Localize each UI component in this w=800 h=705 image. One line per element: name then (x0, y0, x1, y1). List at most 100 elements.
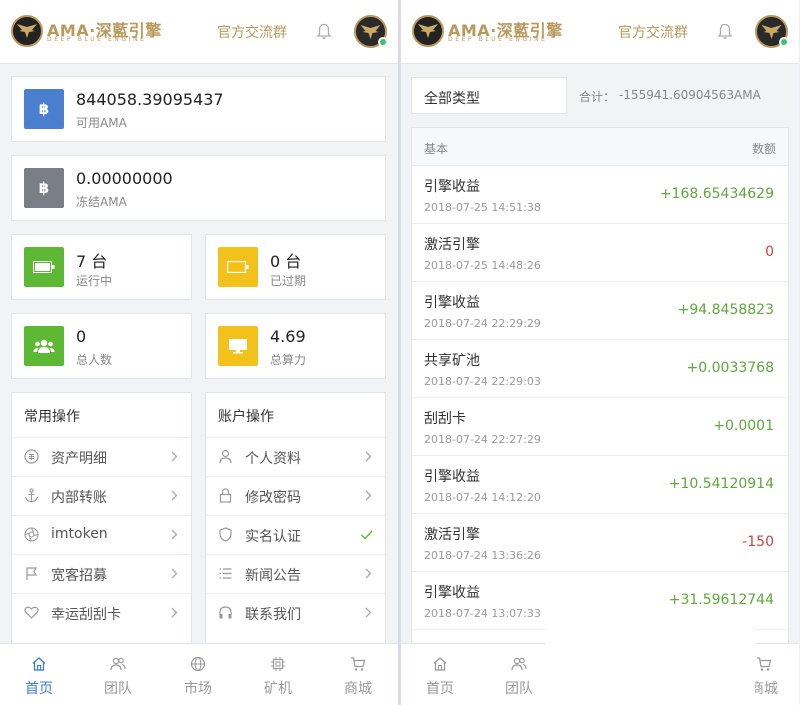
chevron-right-icon (365, 568, 372, 579)
menu-item-change-password[interactable]: 修改密码 (206, 476, 385, 515)
menu-item-imtoken[interactable]: imtoken (12, 515, 191, 554)
chevron-right-icon (171, 529, 178, 540)
menu-item-label: 新闻公告 (245, 568, 301, 584)
chip-icon (271, 657, 285, 671)
record-amount: +0.0033768 (686, 360, 774, 376)
online-status-dot (779, 37, 789, 47)
stat-value: 0 (76, 327, 87, 346)
record-row[interactable]: 激活引擎 2018-07-24 13:36:26 -150 (412, 514, 788, 572)
type-filter-select[interactable]: 全部类型 (411, 77, 567, 114)
record-time: 2018-07-25 14:51:38 (424, 201, 541, 214)
menu-item-label: 修改密码 (245, 490, 301, 506)
menu-item-lucky-scratch[interactable]: 幸运刮刮卡 (12, 593, 191, 632)
menu-item-label: 宽客招募 (51, 568, 107, 584)
bitcoin-icon: ฿ (24, 168, 64, 208)
balance-label: 可用AMA (76, 116, 127, 130)
nav-label: 市场 (184, 681, 212, 697)
record-row[interactable]: 引擎收益 2018-07-24 14:12:20 +10.54120914 (412, 456, 788, 514)
team-icon (511, 657, 527, 671)
available-balance-card[interactable]: ฿ 844058.39095437 可用AMA (11, 76, 386, 142)
home-screen: AMA·深藍引擎 DEEP BLUE ENGINE 官方交流群 ฿ 844058… (0, 0, 398, 705)
official-group-link[interactable]: 官方交流群 (217, 22, 287, 42)
record-amount: 0 (765, 244, 774, 260)
record-title: 引擎收益 (424, 179, 480, 195)
record-row[interactable]: 引擎收益 2018-07-24 22:29:29 +94.8458823 (412, 282, 788, 340)
record-amount: +0.0001 (713, 418, 774, 434)
menu-item-label: 幸运刮刮卡 (51, 607, 121, 623)
online-status-dot (378, 37, 388, 47)
stat-card-expired[interactable]: 0 台 已过期 (205, 234, 386, 300)
record-row[interactable]: 共享矿池 2018-07-24 22:29:03 +0.0033768 (412, 340, 788, 398)
frozen-balance-card[interactable]: ฿ 0.00000000 冻结AMA (11, 155, 386, 221)
record-time: 2018-07-24 22:29:03 (424, 375, 541, 388)
total-label: 合计： (579, 90, 616, 104)
bell-icon[interactable] (316, 23, 332, 40)
asset-details-icon (24, 449, 39, 464)
home-icon (433, 657, 447, 671)
record-row[interactable]: 刮刮卡 2018-07-24 22:27:29 +0.0001 (412, 398, 788, 456)
record-time: 2018-07-25 14:48:26 (424, 259, 541, 272)
stat-card-hashrate[interactable]: 4.69 总算力 (205, 313, 386, 379)
bottom-nav: 首页 团队 市场 矿机 商城 (0, 643, 398, 705)
lock-icon (219, 488, 232, 503)
menu-item-label: 实名认证 (245, 529, 301, 545)
record-time: 2018-07-24 14:12:20 (424, 491, 541, 504)
official-group-link[interactable]: 官方交流群 (618, 22, 688, 42)
nav-mall[interactable]: 商城 (328, 644, 388, 705)
stat-card-members[interactable]: 0 总人数 (11, 313, 192, 379)
nav-team[interactable]: 团队 (489, 644, 549, 705)
check-icon (361, 530, 373, 540)
record-row[interactable]: 激活引擎 2018-07-25 14:48:26 0 (412, 224, 788, 282)
balance-value: 0.00000000 (76, 169, 173, 188)
battery-empty-icon (218, 247, 258, 287)
nav-label: 矿机 (264, 681, 292, 697)
nav-home[interactable]: 首页 (9, 644, 69, 705)
nav-market[interactable]: 市场 (168, 644, 228, 705)
record-title: 引擎收益 (424, 585, 480, 601)
record-amount: -150 (742, 534, 774, 550)
app-header: AMA·深藍引擎 DEEP BLUE ENGINE 官方交流群 (0, 0, 398, 64)
nav-label: 商城 (344, 681, 372, 697)
headphones-icon (219, 606, 232, 619)
app-header: AMA·深藍引擎 DEEP BLUE ENGINE 官方交流群 (401, 0, 799, 64)
menu-item-internal-transfer[interactable]: 内部转账 (12, 476, 191, 515)
aperture-icon (24, 527, 39, 542)
bell-icon[interactable] (717, 23, 733, 40)
menu-item-asset-details[interactable]: 资产明细 (12, 437, 191, 476)
nav-team[interactable]: 团队 (88, 644, 148, 705)
nav-home[interactable]: 首页 (410, 644, 470, 705)
record-amount: +10.54120914 (668, 476, 774, 492)
team-icon (110, 657, 126, 671)
nav-label: 团队 (505, 681, 533, 697)
menu-item-recruit[interactable]: 宽客招募 (12, 554, 191, 593)
menu-item-contact-us[interactable]: 联系我们 (206, 593, 385, 632)
eagle-logo-icon[interactable] (412, 15, 444, 47)
stat-value: 0 台 (270, 252, 302, 271)
home-icon (32, 657, 46, 671)
user-icon (219, 449, 232, 464)
records-screen: AMA·深藍引擎 DEEP BLUE ENGINE 官方交流群 全部类型 合计：… (401, 0, 799, 705)
heart-icon (24, 606, 39, 619)
column-basic: 基本 (424, 142, 449, 156)
stat-value: 4.69 (270, 327, 306, 346)
globe-icon (190, 656, 206, 672)
stat-label: 已过期 (270, 274, 307, 288)
chevron-right-icon (171, 568, 178, 579)
list-header: 基本 数额 (412, 128, 788, 166)
cart-icon (757, 657, 772, 671)
record-time: 2018-07-24 13:07:33 (424, 607, 541, 620)
menu-item-news[interactable]: 新闻公告 (206, 554, 385, 593)
menu-item-identity-verification[interactable]: 实名认证 (206, 515, 385, 554)
flag-icon (26, 567, 38, 580)
nav-label: 首页 (426, 681, 454, 697)
record-amount: +31.59612744 (668, 592, 774, 608)
record-row[interactable]: 引擎收益 2018-07-25 14:51:38 +168.65434629 (412, 166, 788, 224)
stat-label: 运行中 (76, 274, 113, 288)
eagle-logo-icon[interactable] (11, 15, 43, 47)
menu-item-profile[interactable]: 个人资料 (206, 437, 385, 476)
bitcoin-icon: ฿ (24, 89, 64, 129)
record-title: 激活引擎 (424, 527, 480, 543)
stat-card-running[interactable]: 7 台 运行中 (11, 234, 192, 300)
nav-miner[interactable]: 矿机 (248, 644, 308, 705)
record-title: 激活引擎 (424, 237, 480, 253)
